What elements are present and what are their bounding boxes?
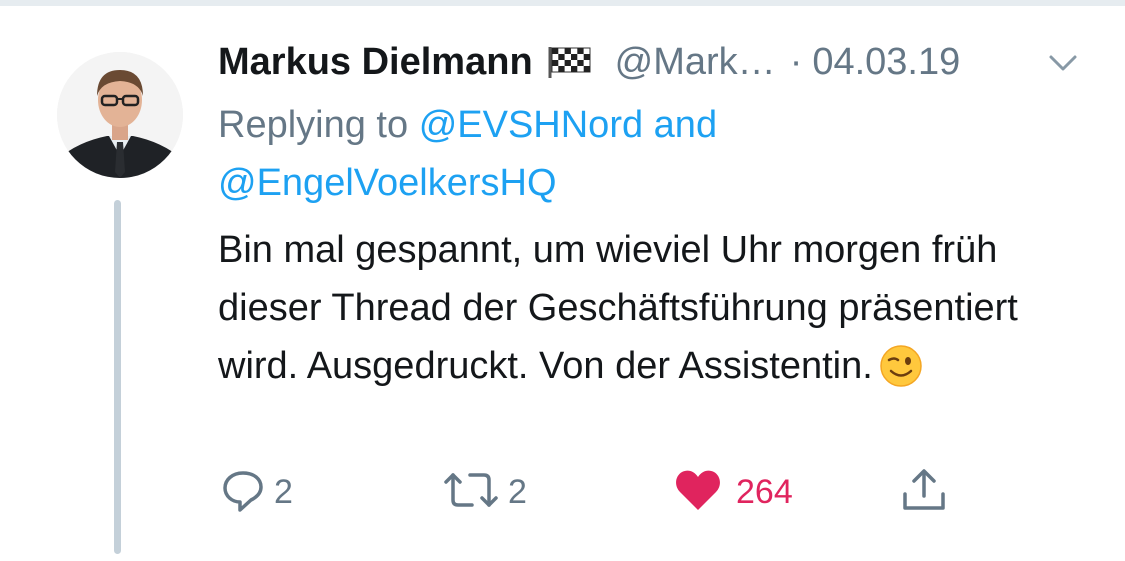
winking-face-icon (879, 344, 923, 405)
tweet-date[interactable]: 04.03.19 (812, 41, 960, 84)
like-count: 264 (736, 472, 793, 511)
top-divider (0, 0, 1125, 6)
tweet-header: Markus Dielmann @Mark… · 04.03.19 (218, 36, 960, 88)
reply-icon (220, 467, 266, 518)
author-handle[interactable]: @Mark… (615, 41, 776, 84)
mention-and[interactable]: and (654, 104, 717, 146)
mention-engelvoelkershq[interactable]: @EngelVoelkersHQ (218, 162, 557, 204)
retweet-icon (442, 467, 500, 518)
checkered-flag-icon (547, 45, 593, 79)
separator-dot: · (789, 40, 803, 83)
action-bar: 2 2 264 (0, 466, 1125, 518)
heart-icon (674, 468, 722, 517)
reply-prefix: Replying to (218, 104, 409, 146)
tweet-text: Bin mal gespannt, um wieviel Uhr morgen … (218, 221, 1078, 405)
mention-evshnord[interactable]: @EVSHNord (419, 104, 643, 146)
reply-count: 2 (274, 472, 293, 511)
share-icon (900, 466, 948, 519)
avatar[interactable] (57, 52, 183, 178)
replying-to: Replying to @EVSHNord and @EngelVoelkers… (218, 96, 838, 212)
share-button[interactable] (900, 466, 948, 518)
chevron-down-icon[interactable] (1043, 48, 1083, 78)
like-button[interactable]: 264 (674, 466, 793, 518)
retweet-button[interactable]: 2 (442, 466, 527, 518)
author-name[interactable]: Markus Dielmann (218, 41, 533, 84)
retweet-count: 2 (508, 472, 527, 511)
reply-button[interactable]: 2 (220, 466, 293, 518)
